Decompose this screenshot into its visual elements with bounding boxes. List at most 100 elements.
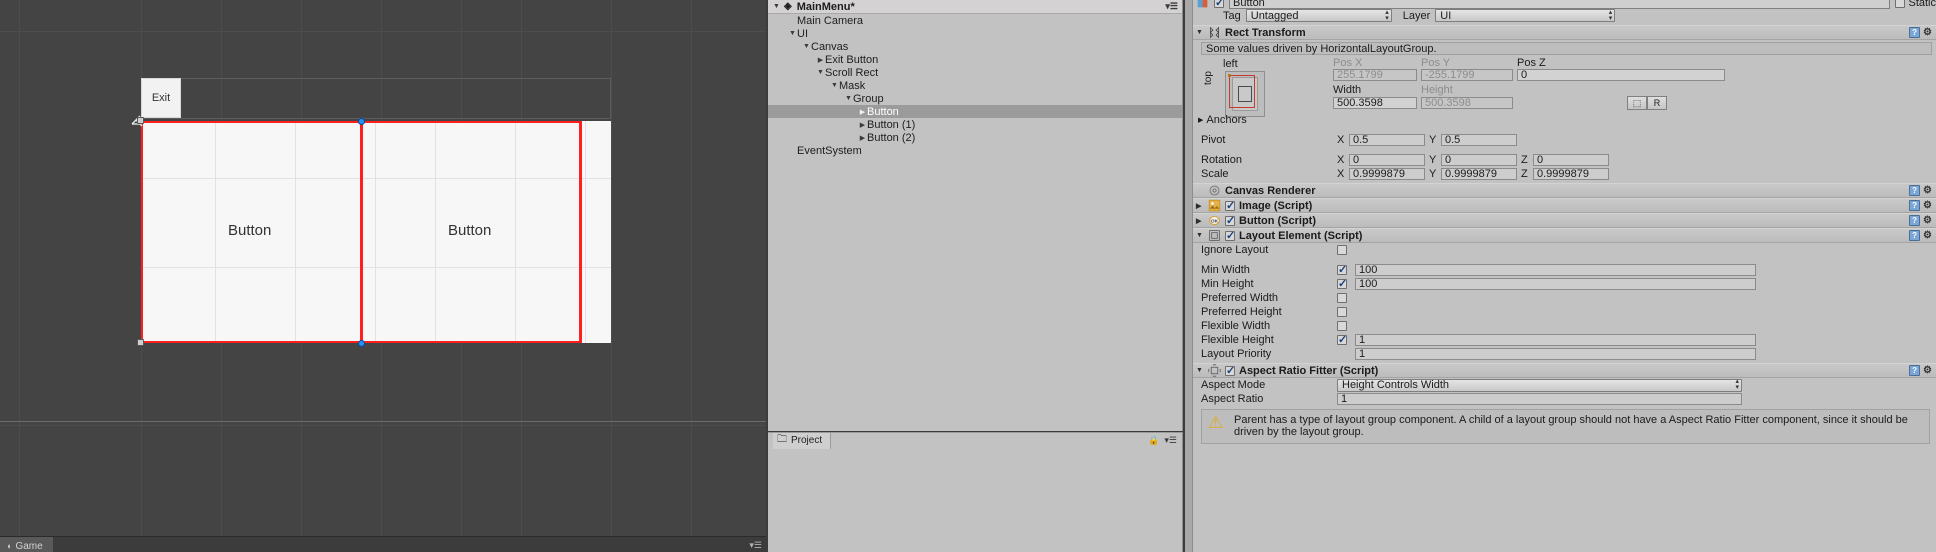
- layout-priority-field[interactable]: 1: [1355, 348, 1756, 360]
- hierarchy-menu-icon[interactable]: ▾☰: [1165, 1, 1178, 12]
- hierarchy-item-button-1[interactable]: ▶ Button (1): [768, 118, 1182, 131]
- hierarchy-item-button[interactable]: ▶ Button: [768, 105, 1182, 118]
- layer-dropdown[interactable]: UI ▴ ▾: [1435, 9, 1616, 22]
- static-toggle[interactable]: Static: [1895, 0, 1936, 9]
- flexible-width-checkbox[interactable]: [1337, 321, 1347, 331]
- preferred-height-checkbox[interactable]: [1337, 307, 1347, 317]
- hierarchy-item-ui[interactable]: ▼ UI: [768, 27, 1182, 40]
- hierarchy-scene-header[interactable]: ▼ ◈ MainMenu* ▾☰: [768, 0, 1182, 14]
- static-checkbox[interactable]: [1895, 0, 1906, 8]
- gear-icon[interactable]: ⚙: [1923, 27, 1932, 38]
- help-icon[interactable]: ?: [1909, 27, 1921, 38]
- inspector-object-row[interactable]: Button Static: [1193, 0, 1936, 9]
- chevron-down-icon[interactable]: ▼: [772, 3, 781, 10]
- rotation-x-field[interactable]: 0: [1349, 154, 1425, 166]
- chevron-right-icon[interactable]: ▶: [858, 108, 867, 116]
- foldout-closed-icon[interactable]: ▶: [1196, 217, 1204, 225]
- preferred-width-checkbox[interactable]: [1337, 293, 1347, 303]
- pos-z-field[interactable]: 0: [1517, 69, 1725, 81]
- scale-z-field[interactable]: 0.9999879: [1533, 168, 1609, 180]
- help-icon[interactable]: ?: [1909, 230, 1921, 241]
- object-name-field[interactable]: Button: [1229, 0, 1891, 9]
- foldout-open-icon[interactable]: ▼: [1196, 29, 1204, 36]
- anchor-preset-button[interactable]: [1225, 71, 1265, 117]
- height-field[interactable]: 500.3598: [1421, 97, 1513, 109]
- hierarchy-item-eventsystem[interactable]: EventSystem: [768, 144, 1182, 157]
- inspector-panel[interactable]: Button Static Tag Untagged ▴▾ Layer UI ▴…: [1185, 0, 1936, 552]
- chevron-down-icon[interactable]: ▼: [816, 69, 825, 76]
- foldout-open-icon[interactable]: ▼: [1196, 367, 1204, 374]
- hierarchy-item-canvas[interactable]: ▼ Canvas: [768, 40, 1182, 53]
- hierarchy-item-button-2[interactable]: ▶ Button (2): [768, 131, 1182, 144]
- resize-handle-bottom-mid[interactable]: [358, 340, 365, 347]
- chevron-down-icon[interactable]: ▼: [802, 43, 811, 50]
- min-width-field[interactable]: 100: [1355, 264, 1756, 276]
- gear-icon[interactable]: ⚙: [1923, 215, 1932, 226]
- chevron-down-icon[interactable]: ▼: [830, 82, 839, 89]
- scene-canvas-content[interactable]: [141, 121, 611, 343]
- scale-y-field[interactable]: 0.9999879: [1441, 168, 1517, 180]
- tab-project[interactable]: 🗀 Project: [773, 432, 832, 449]
- blueprint-mode-button[interactable]: ⬚: [1627, 96, 1647, 110]
- width-field[interactable]: 500.3598: [1333, 97, 1417, 109]
- layout-element-enabled-checkbox[interactable]: [1225, 229, 1235, 242]
- rotation-y-field[interactable]: 0: [1441, 154, 1517, 166]
- anchors-foldout[interactable]: ▶ Anchors: [1198, 114, 1247, 126]
- pos-y-field[interactable]: -255.1799: [1421, 69, 1513, 81]
- pivot-x-field[interactable]: 0.5: [1349, 134, 1425, 146]
- hierarchy-list[interactable]: Main Camera ▼ UI ▼ Canvas ▶ Exit Button ▼ Scroll…: [768, 14, 1182, 157]
- min-width-checkbox[interactable]: [1337, 263, 1347, 276]
- button-enabled-checkbox[interactable]: [1225, 214, 1235, 227]
- chevron-right-icon[interactable]: ▶: [858, 134, 867, 142]
- chevron-down-icon[interactable]: ▼: [788, 30, 797, 37]
- object-active-checkbox[interactable]: [1214, 0, 1224, 9]
- hierarchy-panel[interactable]: ▼ ◈ MainMenu* ▾☰ Main Camera ▼ UI ▼ Canvas ▶ E…: [768, 0, 1183, 431]
- help-icon[interactable]: ?: [1909, 215, 1921, 226]
- resize-handle-top-mid[interactable]: [358, 118, 365, 125]
- foldout-closed-icon[interactable]: ▶: [1196, 202, 1204, 210]
- hierarchy-item-exit-button[interactable]: ▶ Exit Button: [768, 53, 1182, 66]
- component-header-image-script[interactable]: ▶ Image (Script) ? ⚙: [1193, 198, 1936, 213]
- gear-icon[interactable]: ⚙: [1923, 200, 1932, 211]
- resize-handle-top-left[interactable]: [137, 117, 144, 124]
- component-header-aspect-ratio-fitter[interactable]: ▼ Aspect Ratio Fitter (Script) ? ⚙: [1193, 363, 1936, 378]
- gear-icon[interactable]: ⚙: [1923, 365, 1932, 376]
- component-header-canvas-renderer[interactable]: Canvas Renderer ? ⚙: [1193, 183, 1936, 198]
- hierarchy-item-scroll-rect[interactable]: ▼ Scroll Rect: [768, 66, 1182, 79]
- min-height-field[interactable]: 100: [1355, 278, 1756, 290]
- hierarchy-item-group[interactable]: ▼ Group: [768, 92, 1182, 105]
- chevron-down-icon[interactable]: ▼: [844, 95, 853, 102]
- tag-dropdown[interactable]: Untagged ▴ ▾: [1245, 9, 1392, 22]
- aspect-ratio-field[interactable]: 1: [1337, 393, 1742, 405]
- game-tab-menu-icon[interactable]: ▾☰: [749, 540, 762, 551]
- component-header-layout-element[interactable]: ▼ Layout Element (Script) ? ⚙: [1193, 228, 1936, 243]
- chevron-right-icon[interactable]: ▶: [858, 121, 867, 129]
- chevron-right-icon[interactable]: ▶: [816, 56, 825, 64]
- project-panel[interactable]: 🗀 Project 🔒 ▾☰: [768, 432, 1183, 552]
- tab-game[interactable]: ◖ Game: [0, 537, 53, 552]
- foldout-open-icon[interactable]: ▼: [1196, 232, 1204, 239]
- aspect-mode-dropdown[interactable]: Height Controls Width ▴ ▾: [1337, 378, 1742, 392]
- min-height-checkbox[interactable]: [1337, 277, 1347, 290]
- ignore-layout-checkbox[interactable]: [1337, 245, 1347, 255]
- gear-icon[interactable]: ⚙: [1923, 230, 1932, 241]
- foldout-closed-icon[interactable]: ▶: [1198, 116, 1203, 124]
- help-icon[interactable]: ?: [1909, 185, 1921, 196]
- aspect-ratio-fitter-enabled-checkbox[interactable]: [1225, 364, 1235, 377]
- hierarchy-item-mask[interactable]: ▼ Mask: [768, 79, 1182, 92]
- scale-x-field[interactable]: 0.9999879: [1349, 168, 1425, 180]
- help-icon[interactable]: ?: [1909, 200, 1921, 211]
- hamburger-icon[interactable]: ▾☰: [1164, 435, 1177, 446]
- pivot-y-field[interactable]: 0.5: [1441, 134, 1517, 146]
- flexible-height-checkbox[interactable]: [1337, 333, 1347, 346]
- lock-icon[interactable]: 🔒: [1148, 435, 1159, 446]
- raw-edit-button[interactable]: R: [1647, 96, 1667, 110]
- rotation-z-field[interactable]: 0: [1533, 154, 1609, 166]
- scene-view[interactable]: Exit Button Button ◖ Game ▾☰: [0, 0, 766, 552]
- resize-handle-bottom-left[interactable]: [137, 339, 144, 346]
- flexible-height-field[interactable]: 1: [1355, 334, 1756, 346]
- pos-x-field[interactable]: 255.1799: [1333, 69, 1417, 81]
- image-enabled-checkbox[interactable]: [1225, 199, 1235, 212]
- gear-icon[interactable]: ⚙: [1923, 185, 1932, 196]
- hierarchy-item-main-camera[interactable]: Main Camera: [768, 14, 1182, 27]
